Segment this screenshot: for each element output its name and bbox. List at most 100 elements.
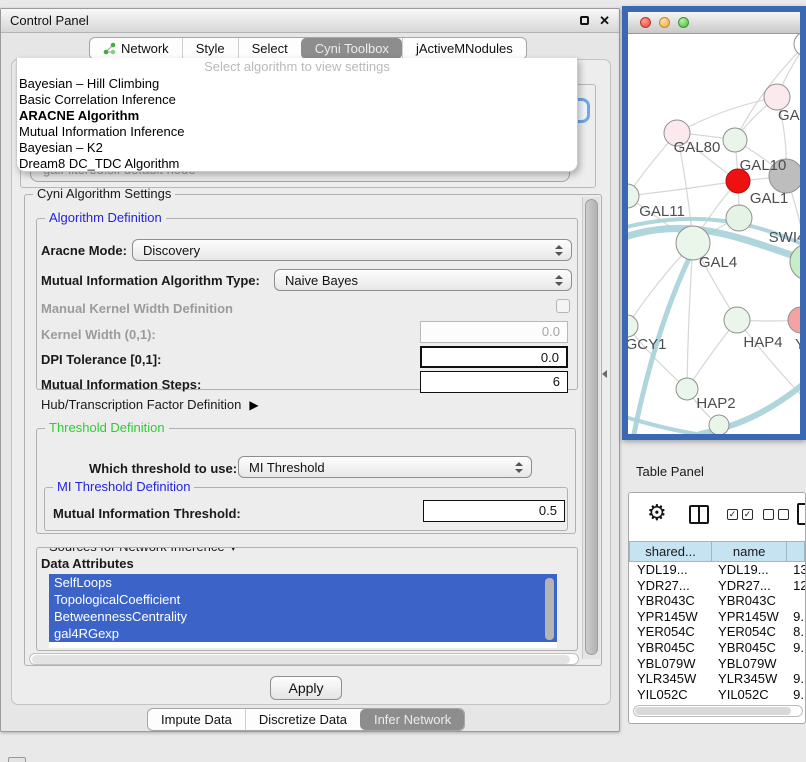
network-node[interactable]: [709, 415, 729, 434]
network-node[interactable]: [628, 315, 638, 337]
hub-definition-toggle[interactable]: Hub/Transcription Factor Definition ▶: [41, 397, 259, 412]
column-header[interactable]: name: [712, 541, 787, 562]
mi-steps-field[interactable]: 6: [420, 371, 568, 393]
which-threshold-label: Which threshold to use:: [89, 461, 237, 476]
tab-style[interactable]: Style: [182, 38, 238, 59]
tab-impute-data[interactable]: Impute Data: [148, 709, 245, 730]
network-node[interactable]: [676, 378, 698, 400]
attribute-item[interactable]: BetweennessCentrality: [49, 608, 557, 625]
table-panel-window: ⚙ ✓✓ shared...name YDL19...YDL19...13YDR…: [628, 492, 806, 724]
tab-discretize-data[interactable]: Discretize Data: [245, 709, 360, 730]
float-window-icon[interactable]: [580, 16, 589, 25]
dpi-tolerance-field[interactable]: 0.0: [420, 346, 568, 368]
apply-button[interactable]: Apply: [270, 676, 342, 700]
node-label: HAP4: [743, 334, 782, 351]
network-view-window[interactable]: GALGAL80GAL10GAL1GAL11SWI4GAL4GCY1HAP4YH…: [622, 6, 806, 440]
dpi-tolerance-label: DPI Tolerance [0,1]:: [41, 352, 161, 367]
settings-horizontal-scrollbar[interactable]: [29, 653, 579, 665]
settings-vertical-scrollbar[interactable]: [582, 197, 600, 659]
deselect-all-columns-icon[interactable]: [763, 509, 789, 520]
column-header[interactable]: [787, 541, 805, 562]
table-settings-gear-icon[interactable]: ⚙: [647, 500, 667, 526]
screen: Control Panel ✕ NetworkStyleSelectCyni T…: [0, 0, 806, 762]
mi-algorithm-type-combo[interactable]: Naive Bayes: [274, 269, 572, 291]
tab-infer-network[interactable]: Infer Network: [360, 709, 464, 730]
attribute-item[interactable]: gal4RGexp: [49, 625, 557, 642]
algorithm-option[interactable]: Bayesian – Hill Climbing: [17, 76, 577, 92]
node-label: GAL80: [674, 139, 721, 156]
close-icon[interactable]: ✕: [599, 14, 610, 27]
manual-kernel-width-checkbox[interactable]: [556, 299, 570, 313]
data-attributes-list[interactable]: SelfLoopsTopologicalCoefficientBetweenne…: [49, 574, 557, 648]
zoom-traffic-light-icon[interactable]: [678, 17, 689, 28]
sources-legend[interactable]: Sources for Network Inference ▼: [45, 547, 242, 554]
column-header[interactable]: shared...: [629, 541, 712, 562]
control-panel-title: Control Panel: [10, 13, 580, 28]
algorithm-option[interactable]: Mutual Information Inference: [17, 124, 577, 140]
panel-divider-collapse-icon[interactable]: [602, 370, 607, 378]
settings-legend: Cyni Algorithm Settings: [33, 186, 175, 201]
table-row[interactable]: YLR345WYLR345W9.: [629, 671, 805, 687]
cyni-algorithm-settings-group: Cyni Algorithm Settings Algorithm Defini…: [24, 194, 602, 666]
network-node[interactable]: [724, 307, 750, 333]
bottom-corner-widget: [8, 757, 26, 762]
table-row[interactable]: YDL19...YDL19...13: [629, 562, 805, 578]
kernel-width-field[interactable]: 0.0: [420, 321, 568, 343]
node-label: GAL4: [699, 254, 737, 271]
node-label: Y: [795, 336, 800, 353]
table-horizontal-scrollbar[interactable]: [633, 705, 803, 717]
hub-definition-label: Hub/Transcription Factor Definition: [41, 397, 241, 412]
node-label: GAL10: [740, 157, 787, 174]
network-canvas[interactable]: GALGAL80GAL10GAL1GAL11SWI4GAL4GCY1HAP4YH…: [628, 34, 800, 434]
table-row[interactable]: YBR043CYBR043C: [629, 593, 805, 609]
network-node[interactable]: [790, 244, 800, 280]
algorithm-option[interactable]: Bayesian – K2: [17, 140, 577, 156]
tab-jactivemnodules[interactable]: jActiveMNodules: [402, 38, 526, 59]
node-label: HAP2: [696, 395, 735, 412]
algorithm-option[interactable]: Basic Correlation Inference: [17, 92, 577, 108]
minimize-traffic-light-icon[interactable]: [659, 17, 670, 28]
network-node[interactable]: [788, 307, 800, 333]
attribute-item[interactable]: TopologicalCoefficient: [49, 591, 557, 608]
attribute-item[interactable]: SelfLoops: [49, 574, 557, 591]
network-edge[interactable]: [737, 320, 800, 400]
algorithm-option[interactable]: Dream8 DC_TDC Algorithm: [17, 156, 577, 172]
control-panel-tabs: NetworkStyleSelectCyni ToolboxjActiveMNo…: [89, 37, 527, 60]
table-row[interactable]: YBL079WYBL079W: [629, 656, 805, 672]
table-row[interactable]: YPR145WYPR145W9.: [629, 609, 805, 625]
table-row[interactable]: YER054CYER054C8.: [629, 624, 805, 640]
network-edge[interactable]: [677, 97, 777, 133]
network-node[interactable]: [726, 205, 752, 231]
tab-cyni-toolbox[interactable]: Cyni Toolbox: [301, 38, 402, 59]
network-node[interactable]: [628, 184, 639, 208]
table-row[interactable]: YBR045CYBR045C9.: [629, 640, 805, 656]
aracne-mode-combo[interactable]: Discovery: [132, 239, 572, 261]
cyni-bottom-tabs: Impute DataDiscretize DataInfer Network: [147, 708, 465, 731]
algorithm-option[interactable]: ARACNE Algorithm: [17, 108, 577, 124]
table-row[interactable]: YIL052CYIL052C9.: [629, 687, 805, 699]
combo-arrows-icon: [555, 275, 563, 286]
mi-threshold-field[interactable]: 0.5: [423, 500, 565, 522]
which-threshold-combo[interactable]: MI Threshold: [238, 456, 532, 478]
data-attributes-label: Data Attributes: [41, 556, 134, 571]
columns-icon[interactable]: [689, 505, 709, 524]
close-traffic-light-icon[interactable]: [640, 17, 651, 28]
tab-select[interactable]: Select: [238, 38, 301, 59]
algorithm-definition-legend: Algorithm Definition: [45, 210, 166, 225]
tab-network[interactable]: Network: [90, 38, 182, 59]
network-edge[interactable]: [628, 181, 738, 196]
mi-steps-label: Mutual Information Steps:: [41, 377, 201, 392]
threshold-definition-legend: Threshold Definition: [45, 420, 169, 435]
select-all-columns-icon[interactable]: ✓✓: [727, 509, 753, 520]
node-label: GCY1: [628, 336, 666, 353]
table-header-row: shared...name: [629, 541, 805, 562]
table-row[interactable]: YDR27...YDR27...12: [629, 578, 805, 594]
manual-kernel-width-label: Manual Kernel Width Definition: [41, 301, 233, 316]
threshold-definition-group: Threshold Definition Which threshold to …: [36, 428, 576, 534]
network-node[interactable]: [723, 128, 747, 152]
new-table-icon[interactable]: [797, 503, 806, 525]
aracne-mode-value: Discovery: [143, 243, 555, 258]
attributes-list-scrollbar[interactable]: [545, 578, 554, 640]
combo-arrows-icon: [515, 462, 523, 473]
node-label: GAL11: [639, 203, 685, 220]
